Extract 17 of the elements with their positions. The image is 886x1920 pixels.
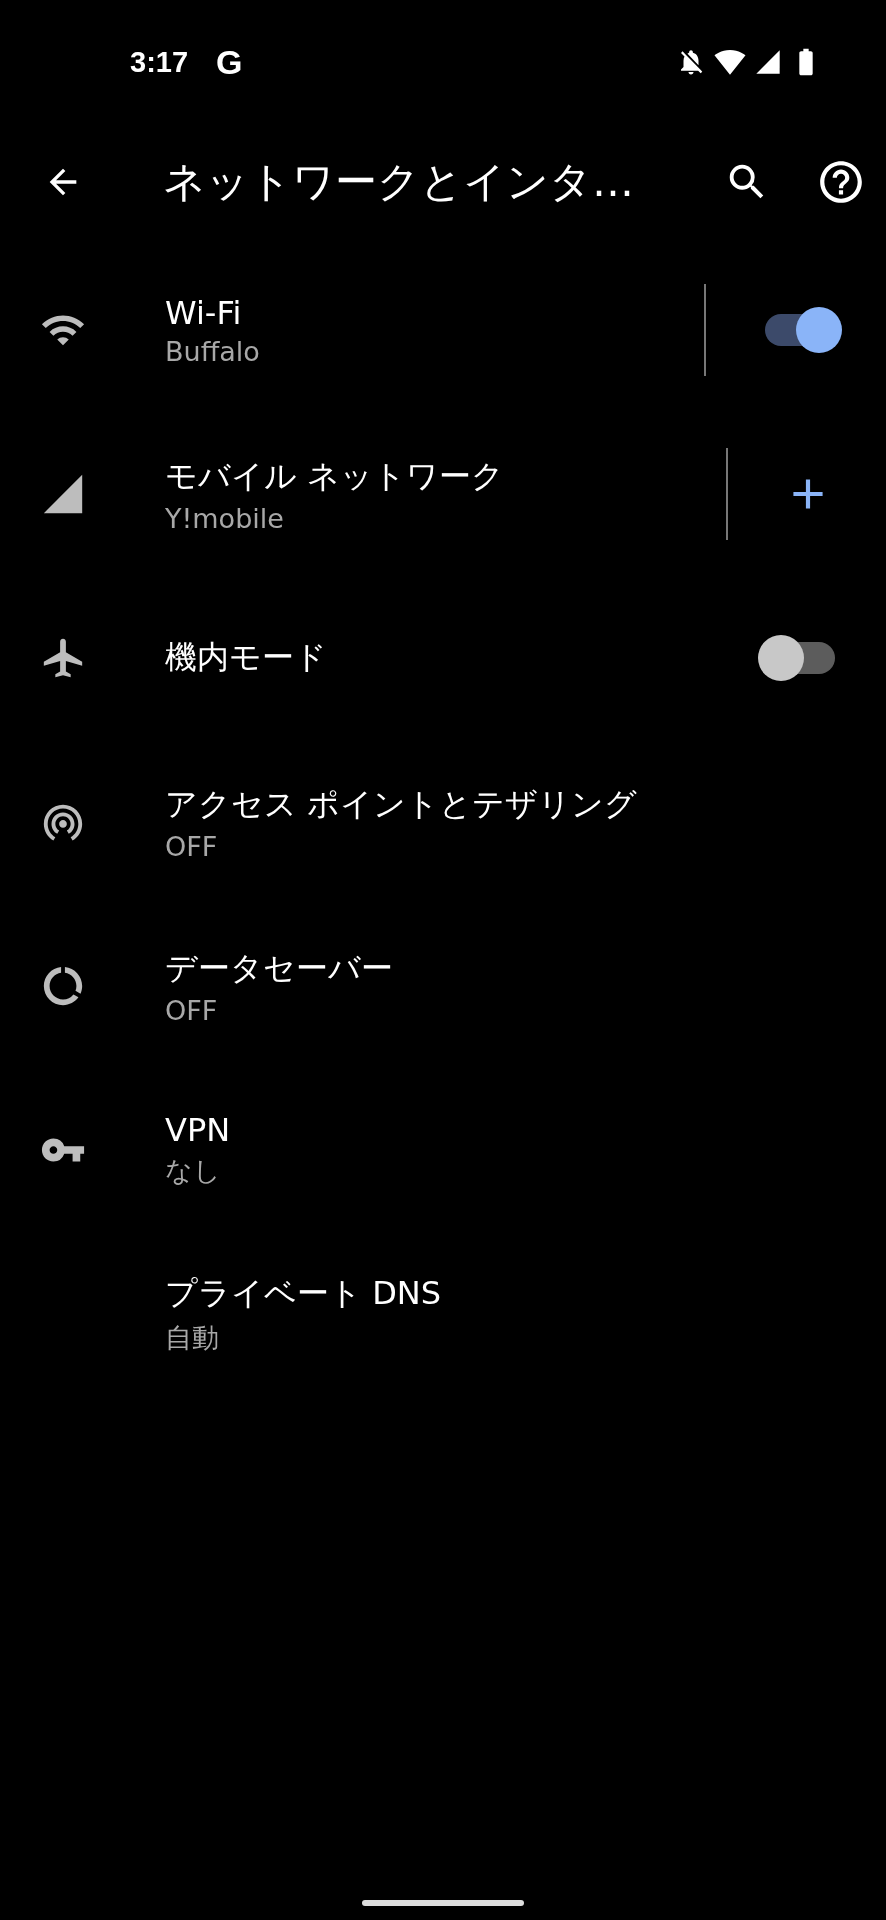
setting-title[interactable]: データセーバー xyxy=(165,946,842,991)
setting-title[interactable]: Wi-Fi xyxy=(165,293,704,332)
setting-title[interactable]: モバイル ネットワーク xyxy=(165,454,726,499)
signal-icon xyxy=(754,48,782,76)
setting-summary: 自動 xyxy=(165,1321,220,1355)
setting-summary: OFF xyxy=(165,994,219,1026)
setting-title[interactable]: アクセス ポイントとテザリング xyxy=(165,782,842,827)
setting-title[interactable]: VPN xyxy=(165,1111,842,1149)
status-time: 3:17 xyxy=(130,45,189,79)
setting-title[interactable]: 機内モード xyxy=(165,636,758,680)
setting-summary: OFF xyxy=(165,830,219,862)
setting-summary: なし xyxy=(165,1154,222,1188)
app-notification-glyph: G xyxy=(216,42,243,82)
setting-summary: Buffalo xyxy=(165,335,261,367)
page-title: ネットワークとインタ… xyxy=(163,156,635,208)
setting-summary: Y!mobile xyxy=(165,502,285,534)
setting-title[interactable]: プライベート DNS xyxy=(165,1272,842,1316)
